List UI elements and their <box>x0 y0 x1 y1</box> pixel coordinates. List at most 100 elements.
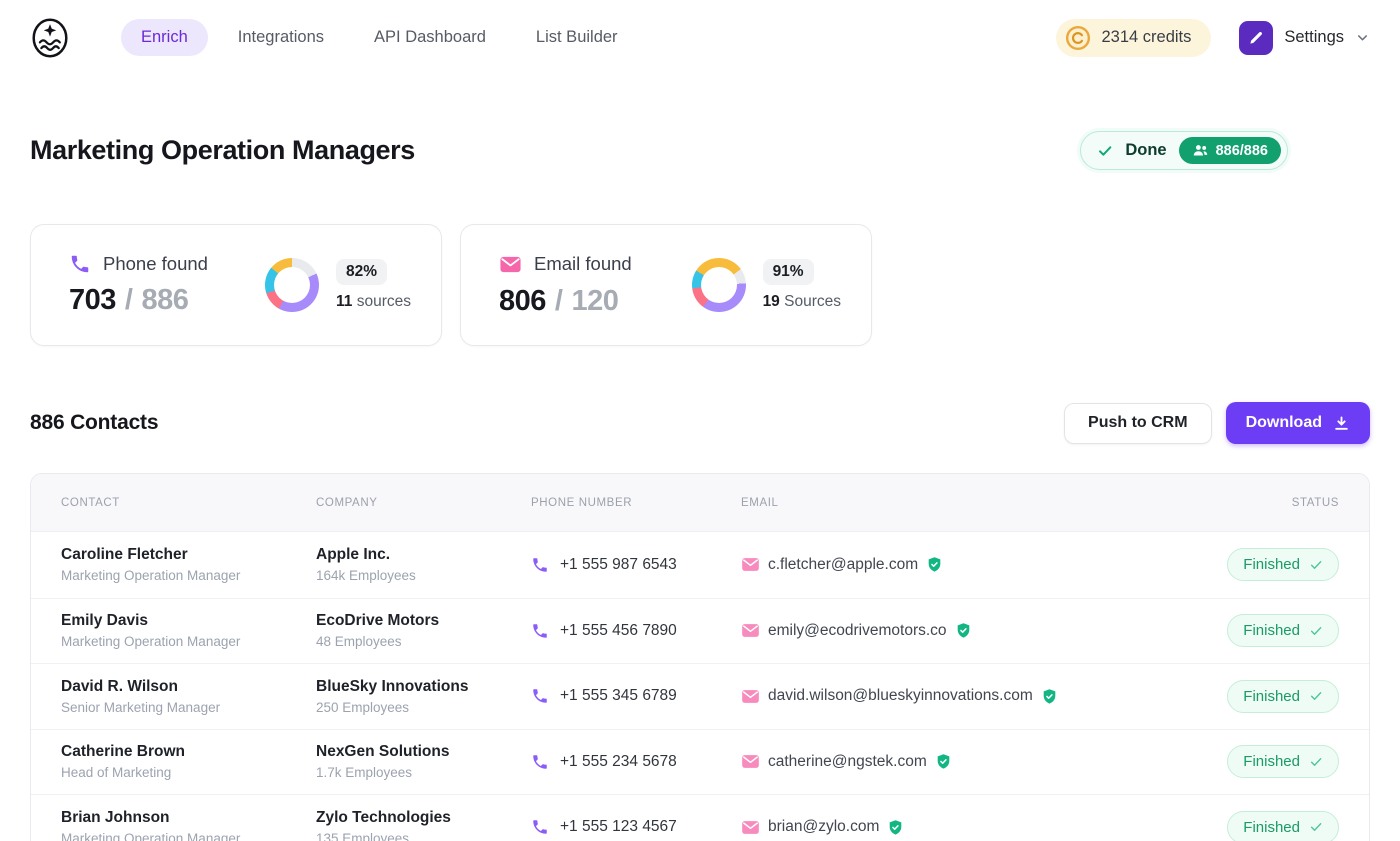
phone-icon <box>531 687 549 705</box>
push-to-crm-button[interactable]: Push to CRM <box>1064 403 1212 444</box>
verified-shield-icon <box>955 622 972 639</box>
sources-word: sources <box>357 293 411 310</box>
email-address: brian@zylo.com <box>768 818 879 836</box>
sources-word: Sources <box>784 293 841 310</box>
contact-title: Marketing Operation Manager <box>61 831 316 841</box>
phone-number: +1 555 456 7890 <box>560 622 677 640</box>
status-badge: Done 886/886 <box>1080 131 1288 170</box>
envelope-icon <box>741 555 760 574</box>
nav-item-enrich[interactable]: Enrich <box>121 19 208 56</box>
phone-icon <box>531 622 549 640</box>
contact-title: Marketing Operation Manager <box>61 634 316 649</box>
table-row[interactable]: David R. Wilson Senior Marketing Manager… <box>31 663 1369 729</box>
company-employees: 1.7k Employees <box>316 765 531 780</box>
stat-found-value: 703 <box>69 284 116 316</box>
company-employees: 250 Employees <box>316 700 531 715</box>
stat-label: Phone found <box>103 253 208 275</box>
status-label: Finished <box>1243 753 1300 770</box>
company-name: NexGen Solutions <box>316 743 531 761</box>
percent-badge: 91% <box>763 259 814 285</box>
table-row[interactable]: Catherine Brown Head of Marketing NexGen… <box>31 729 1369 795</box>
contact-title: Head of Marketing <box>61 765 316 780</box>
table-row[interactable]: Caroline Fletcher Marketing Operation Ma… <box>31 532 1369 598</box>
email-address: david.wilson@blueskyinnovations.com <box>768 687 1033 705</box>
download-label: Download <box>1246 414 1322 432</box>
email-address: c.fletcher@apple.com <box>768 556 918 574</box>
coin-icon <box>1065 25 1091 51</box>
status-badge: Finished <box>1227 811 1339 841</box>
verified-shield-icon <box>935 753 952 770</box>
contact-title: Marketing Operation Manager <box>61 568 316 583</box>
phone-number: +1 555 987 6543 <box>560 556 677 574</box>
company-employees: 164k Employees <box>316 568 531 583</box>
stat-total-value: 120 <box>571 285 618 317</box>
table-row[interactable]: Emily Davis Marketing Operation Manager … <box>31 598 1369 664</box>
sources-count: 19 Sources <box>763 293 841 311</box>
verified-shield-icon <box>887 819 904 836</box>
company-employees: 135 Employees <box>316 831 531 841</box>
nav-item-integrations[interactable]: Integrations <box>218 19 344 56</box>
pen-icon <box>1247 29 1265 47</box>
stat-separator: / <box>555 285 563 317</box>
status-label: Finished <box>1243 819 1300 836</box>
envelope-icon <box>741 687 760 706</box>
phone-icon <box>531 818 549 836</box>
done-count: 886/886 <box>1216 143 1268 159</box>
check-icon <box>1309 689 1323 703</box>
column-header-status: STATUS <box>1179 497 1339 509</box>
nav-item-api-dashboard[interactable]: API Dashboard <box>354 19 506 56</box>
nav-item-list-builder[interactable]: List Builder <box>516 19 638 56</box>
envelope-icon <box>741 621 760 640</box>
done-label: Done <box>1125 141 1166 160</box>
column-header-company: COMPANY <box>316 497 531 509</box>
column-header-email: EMAIL <box>741 497 1179 509</box>
phone-number: +1 555 345 6789 <box>560 687 677 705</box>
settings-label: Settings <box>1284 28 1344 47</box>
column-header-contact: CONTACT <box>61 497 316 509</box>
check-icon <box>1309 624 1323 638</box>
envelope-icon <box>499 253 522 276</box>
page-title: Marketing Operation Managers <box>30 134 415 167</box>
download-button[interactable]: Download <box>1226 402 1370 444</box>
contact-name: Brian Johnson <box>61 809 316 827</box>
status-label: Finished <box>1243 622 1300 639</box>
settings-menu[interactable]: Settings <box>1239 21 1370 55</box>
phone-icon <box>531 753 549 771</box>
contact-name: Emily Davis <box>61 612 316 630</box>
email-found-card: Email found 806/120 91% 19 Sources <box>460 224 872 346</box>
credits-label: 2314 credits <box>1101 28 1191 47</box>
done-count-pill: 886/886 <box>1179 137 1281 164</box>
avatar <box>1239 21 1273 55</box>
sources-donut-chart <box>692 258 746 312</box>
sources-number: 11 <box>336 293 352 310</box>
app-logo-icon[interactable] <box>27 15 73 61</box>
company-employees: 48 Employees <box>316 634 531 649</box>
contacts-heading: 886 Contacts <box>30 411 158 435</box>
sources-count: 11 sources <box>336 293 411 311</box>
table-row[interactable]: Brian Johnson Marketing Operation Manage… <box>31 794 1369 841</box>
stat-total-value: 886 <box>141 284 188 316</box>
stat-label: Email found <box>534 253 632 275</box>
company-name: BlueSky Innovations <box>316 678 531 696</box>
contact-name: Catherine Brown <box>61 743 316 761</box>
verified-shield-icon <box>1041 688 1058 705</box>
company-name: Zylo Technologies <box>316 809 531 827</box>
status-badge: Finished <box>1227 548 1339 581</box>
chevron-down-icon <box>1355 30 1370 45</box>
contact-name: Caroline Fletcher <box>61 546 316 564</box>
status-badge: Finished <box>1227 614 1339 647</box>
phone-found-card: Phone found 703/886 82% 11 sources <box>30 224 442 346</box>
percent-badge: 82% <box>336 259 387 285</box>
company-name: Apple Inc. <box>316 546 531 564</box>
contact-title: Senior Marketing Manager <box>61 700 316 715</box>
phone-icon <box>531 556 549 574</box>
verified-shield-icon <box>926 556 943 573</box>
table-body: Caroline Fletcher Marketing Operation Ma… <box>31 532 1369 841</box>
contact-name: David R. Wilson <box>61 678 316 696</box>
sources-donut-chart <box>265 258 319 312</box>
credits-badge[interactable]: 2314 credits <box>1056 19 1211 57</box>
download-icon <box>1333 415 1350 432</box>
company-name: EcoDrive Motors <box>316 612 531 630</box>
email-address: catherine@ngstek.com <box>768 753 927 771</box>
status-label: Finished <box>1243 688 1300 705</box>
